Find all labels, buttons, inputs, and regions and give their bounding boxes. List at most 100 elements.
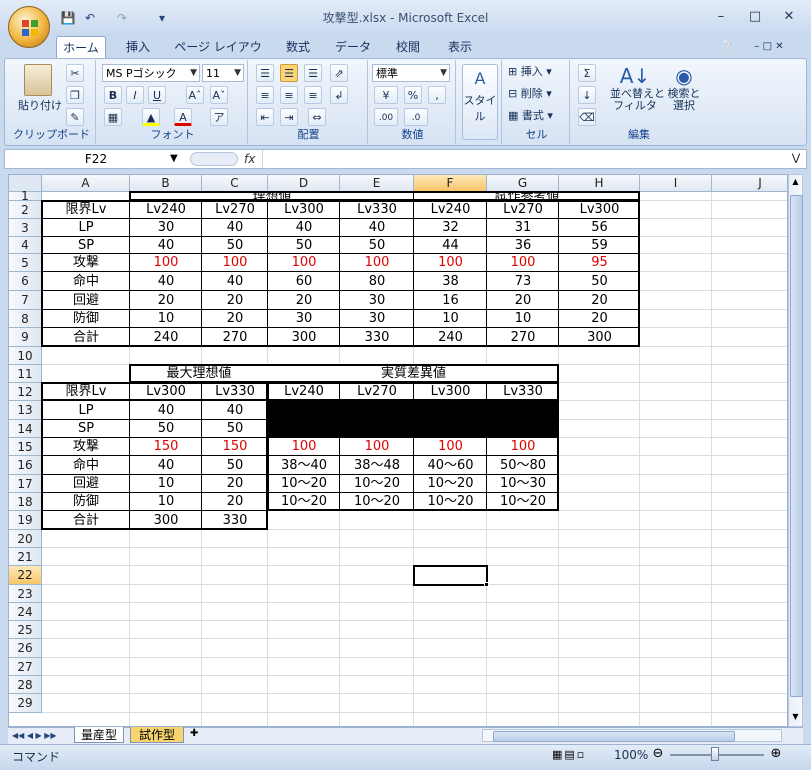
- name-box[interactable]: F22: [8, 151, 184, 167]
- cell[interactable]: 10〜20: [340, 475, 414, 493]
- cell[interactable]: 50〜80: [487, 456, 559, 475]
- cell[interactable]: LP: [42, 401, 130, 420]
- cell[interactable]: 30: [340, 310, 414, 328]
- align-middle-icon[interactable]: ☰: [280, 64, 298, 82]
- cell[interactable]: 20: [202, 493, 268, 511]
- tab-view[interactable]: 表示: [438, 36, 482, 58]
- cell[interactable]: 100: [130, 254, 202, 272]
- find-select-button[interactable]: ◉ 検索と 選択: [664, 64, 704, 144]
- bold-button[interactable]: B: [104, 86, 122, 104]
- row-header-15[interactable]: 15: [9, 438, 42, 456]
- cell[interactable]: 10〜20: [268, 493, 340, 511]
- sheet-tab-mass[interactable]: 量産型: [74, 727, 124, 743]
- cell[interactable]: 命中: [42, 272, 130, 291]
- underline-button[interactable]: U: [148, 86, 166, 104]
- row-header-29[interactable]: 29: [9, 694, 42, 713]
- cell[interactable]: 限界Lv: [42, 201, 130, 219]
- autosum-icon[interactable]: Σ: [578, 64, 596, 82]
- zoom-out-icon[interactable]: ⊖: [650, 746, 666, 762]
- cell[interactable]: 100: [340, 438, 414, 456]
- cell[interactable]: Lv300: [559, 201, 640, 219]
- merge-center-icon[interactable]: ⇔: [308, 108, 326, 126]
- cell[interactable]: 40: [130, 401, 202, 420]
- cell[interactable]: 150: [202, 438, 268, 456]
- cell[interactable]: 10〜20: [340, 493, 414, 511]
- row-header-8[interactable]: 8: [9, 310, 42, 328]
- cell[interactable]: 10〜20: [414, 475, 487, 493]
- row-header-14[interactable]: 14: [9, 420, 42, 438]
- cell[interactable]: Lv270: [487, 201, 559, 219]
- decrease-font-icon[interactable]: Aˇ: [210, 86, 228, 104]
- cell[interactable]: 限界Lv: [42, 383, 130, 401]
- cell[interactable]: 20: [202, 291, 268, 310]
- cell[interactable]: Lv270: [340, 383, 414, 401]
- scroll-down-icon[interactable]: ▼: [790, 712, 801, 724]
- cell[interactable]: 40: [268, 219, 340, 237]
- font-size-select[interactable]: 11 ▼: [202, 64, 244, 82]
- align-top-icon[interactable]: ☰: [256, 64, 274, 82]
- align-right-icon[interactable]: ≡: [304, 86, 322, 104]
- comma-icon[interactable]: ,: [428, 86, 446, 104]
- cell[interactable]: 38〜40: [268, 456, 340, 475]
- office-button[interactable]: [8, 6, 50, 48]
- cell[interactable]: 20: [202, 475, 268, 493]
- formula-input[interactable]: [262, 150, 786, 168]
- cell[interactable]: 防御: [42, 310, 130, 328]
- maximize-button[interactable]: □: [744, 8, 766, 26]
- row-header-25[interactable]: 25: [9, 621, 42, 639]
- close-button[interactable]: ✕: [778, 8, 800, 26]
- cell[interactable]: 試作参考値: [414, 192, 640, 201]
- font-name-select[interactable]: MS Pゴシック ▼: [102, 64, 200, 82]
- decrease-decimal-icon[interactable]: .0: [404, 108, 428, 126]
- cell[interactable]: 16: [414, 291, 487, 310]
- percent-icon[interactable]: %: [404, 86, 422, 104]
- cell[interactable]: Lv330: [202, 383, 268, 401]
- scroll-up-icon[interactable]: ▲: [790, 177, 801, 189]
- font-color-icon[interactable]: A: [174, 108, 192, 126]
- cell[interactable]: 38: [414, 272, 487, 291]
- cell[interactable]: 攻撃: [42, 438, 130, 456]
- cell[interactable]: 20: [202, 310, 268, 328]
- help-icon[interactable]: ❔: [718, 36, 736, 58]
- column-header-g[interactable]: G: [487, 175, 559, 192]
- horizontal-scroll-thumb[interactable]: [493, 731, 735, 742]
- row-header-6[interactable]: 6: [9, 272, 42, 291]
- expand-formula-icon[interactable]: ⋁: [789, 151, 803, 167]
- cell[interactable]: 40〜60: [414, 456, 487, 475]
- row-header-13[interactable]: 13: [9, 401, 42, 420]
- currency-icon[interactable]: ¥: [374, 86, 398, 104]
- cell[interactable]: Lv330: [340, 201, 414, 219]
- row-header-17[interactable]: 17: [9, 475, 42, 493]
- cell[interactable]: Lv330: [487, 383, 559, 401]
- cell[interactable]: Lv240: [130, 201, 202, 219]
- cell[interactable]: 30: [340, 291, 414, 310]
- cell[interactable]: SP: [42, 237, 130, 254]
- cell[interactable]: 10: [130, 310, 202, 328]
- fill-icon[interactable]: ↓: [578, 86, 596, 104]
- worksheet-grid[interactable]: A B C D E F G H I J 1 2 3 4 5 6 7 8 9 10 11 12 13 14 15 16 17 18 19 2…: [8, 174, 788, 727]
- format-cells-button[interactable]: ▦ 書式 ▾: [508, 108, 553, 124]
- cell[interactable]: 270: [487, 328, 559, 347]
- row-header-28[interactable]: 28: [9, 676, 42, 694]
- row-header-27[interactable]: 27: [9, 658, 42, 676]
- row-header-2[interactable]: 2: [9, 201, 42, 219]
- insert-cells-button[interactable]: ⊞ 挿入 ▾: [508, 64, 552, 80]
- name-box-dropdown-icon[interactable]: ▼: [170, 151, 184, 167]
- column-header-j[interactable]: J: [712, 175, 787, 192]
- cell[interactable]: 10: [414, 310, 487, 328]
- cell[interactable]: 50: [340, 237, 414, 254]
- cell[interactable]: 合計: [42, 328, 130, 347]
- row-header-7[interactable]: 7: [9, 291, 42, 310]
- cell[interactable]: 100: [487, 254, 559, 272]
- cell[interactable]: 100: [340, 254, 414, 272]
- column-header-e[interactable]: E: [340, 175, 414, 192]
- row-header-20[interactable]: 20: [9, 530, 42, 548]
- cell[interactable]: Lv300: [268, 201, 340, 219]
- wrap-text-icon[interactable]: ↲: [330, 86, 348, 104]
- cell[interactable]: 38〜48: [340, 456, 414, 475]
- cell[interactable]: 80: [340, 272, 414, 291]
- cell[interactable]: Lv300: [414, 383, 487, 401]
- cell[interactable]: SP: [42, 420, 130, 438]
- cell[interactable]: 40: [340, 219, 414, 237]
- fill-handle[interactable]: [484, 582, 489, 587]
